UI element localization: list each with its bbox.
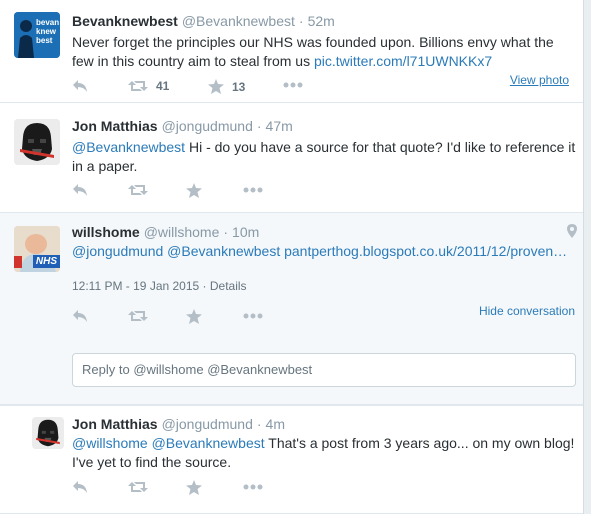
reply-prefix: Reply to [82,362,134,377]
timestamp[interactable]: 4m [266,416,285,432]
reply-button[interactable] [72,480,88,494]
separator-dot: · [223,224,229,240]
tweet-text: @jongudmund @Bevanknewbest pantperthog.b… [72,242,577,261]
more-button[interactable] [243,484,263,490]
retweet-icon [128,311,148,321]
photo-link[interactable]: pic.twitter.com/l71UWNKKx7 [314,53,492,69]
reply-input[interactable]: Reply to @willshome @Bevanknewbest [72,353,576,387]
svg-text:knew: knew [36,27,57,36]
mention-link[interactable]: @Bevanknewbest [72,139,185,155]
timestamp[interactable]: 52m [308,13,335,29]
reply-icon [73,80,87,92]
view-photo-link[interactable]: View photo [510,73,569,87]
username[interactable]: @willshome [144,224,220,240]
more-icon [283,82,303,88]
favorite-button[interactable] [186,480,202,495]
fullname[interactable]: Jon Matthias [72,416,158,432]
tweet-meta: 12:11 PM - 19 Jan 2015 · Details [72,279,247,293]
reply-icon [73,310,87,322]
timestamp[interactable]: 47m [266,118,293,134]
fullname[interactable]: Jon Matthias [72,118,158,134]
more-icon [243,187,263,193]
blog-link[interactable]: pantperthog.blogspot.co.uk/2011/12/prove… [284,243,567,259]
favorite-button[interactable] [186,183,202,198]
more-icon [243,313,263,319]
star-icon [186,309,202,324]
hide-conversation-link[interactable]: Hide conversation [479,304,575,318]
tweet-text: @willshome @Bevanknewbest That's a post … [72,434,577,472]
separator-dot: · [256,118,262,134]
tweet-2[interactable]: Jon Matthias @jongudmund · 47m @Bevanknewbe… [0,103,583,213]
reply-button[interactable] [72,309,88,323]
retweet-count: 41 [156,79,170,93]
tweet-header: Jon Matthias @jongudmund · 4m [72,416,285,432]
more-button[interactable] [243,187,263,193]
reply-icon [73,184,87,196]
tweet-4[interactable]: Jon Matthias @jongudmund · 4m @willshome @B… [0,405,583,514]
avatar-jongudmund[interactable] [14,119,60,165]
retweet-button[interactable] [128,480,148,494]
bevan-logo-icon: bevan knew best [14,12,60,58]
retweet-button[interactable] [128,309,148,323]
tweet-header: Jon Matthias @jongudmund · 47m [72,118,293,134]
details-link[interactable]: Details [210,279,247,293]
darth-vader-avatar-icon [14,119,60,165]
retweet-icon [128,185,148,195]
username[interactable]: @jongudmund [162,416,253,432]
retweet-button[interactable] [128,183,148,197]
reply-icon [73,481,87,493]
more-button[interactable] [283,82,303,88]
tweet-text: @Bevanknewbest Hi - do you have a source… [72,138,577,176]
separator-dot: · [256,416,262,432]
svg-text:best: best [36,36,53,45]
username[interactable]: @jongudmund [162,118,253,134]
more-button[interactable] [243,313,263,319]
tweet-header: Bevanknewbest @Bevanknewbest · 52m [72,13,335,29]
reply-mentions: @willshome @Bevanknewbest [133,362,313,377]
full-timestamp[interactable]: 12:11 PM - 19 Jan 2015 [72,279,199,293]
separator-dot: · [298,13,304,29]
retweet-button[interactable]: 41 [128,79,169,93]
svg-text:bevan: bevan [36,18,59,27]
more-icon [243,484,263,490]
timestamp[interactable]: 10m [232,224,259,240]
page-edge [583,0,591,514]
tweet-text: Never forget the principles our NHS was … [72,33,577,71]
reply-button[interactable] [72,79,88,93]
location-pin-icon[interactable] [567,224,577,243]
star-icon [208,79,224,94]
star-icon [186,480,202,495]
avatar-willshome[interactable]: NHS [14,226,60,272]
username[interactable]: @Bevanknewbest [182,13,295,29]
favorite-count: 13 [232,79,246,94]
fullname[interactable]: Bevanknewbest [72,13,178,29]
reply-button[interactable] [72,183,88,197]
mention-links[interactable]: @jongudmund @Bevanknewbest [72,243,280,259]
avatar-jongudmund[interactable] [32,417,64,449]
retweet-icon [128,482,148,492]
darth-vader-avatar-icon [32,417,64,449]
separator-dot: · [199,279,210,293]
favorite-button[interactable] [186,309,202,324]
nhs-badge: NHS [32,255,60,268]
fullname[interactable]: willshome [72,224,140,240]
retweet-icon [128,81,148,91]
favorite-button[interactable]: 13 [208,79,245,94]
avatar-bevanknewbest[interactable]: bevan knew best [14,12,60,58]
mention-links[interactable]: @willshome @Bevanknewbest [72,435,265,451]
tweet-1[interactable]: bevan knew best Bevanknewbest @Bevanknewb… [0,0,583,103]
star-icon [186,183,202,198]
tweet-header: willshome @willshome · 10m [72,224,259,240]
